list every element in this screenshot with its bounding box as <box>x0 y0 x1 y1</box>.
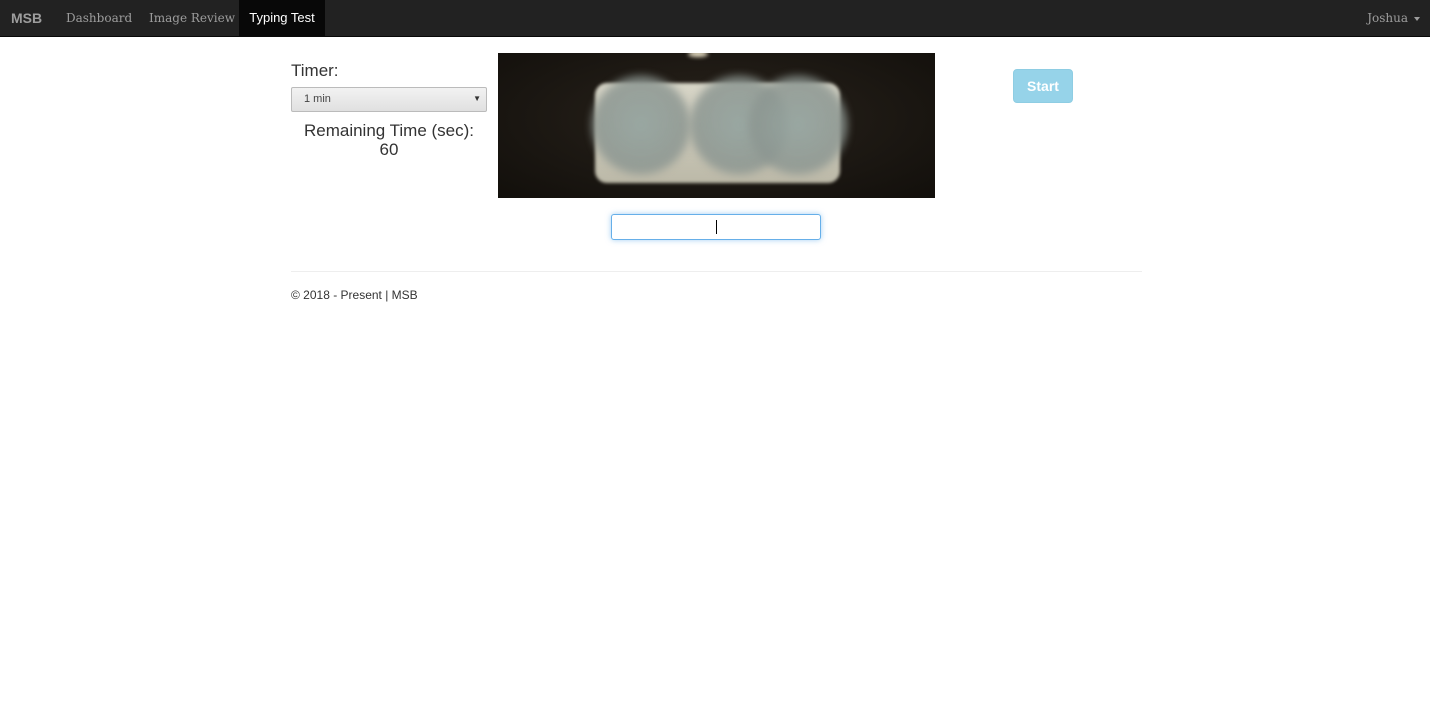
nav-typing-test[interactable]: Typing Test <box>239 0 325 36</box>
footer-text: © 2018 - Present | MSB <box>291 288 418 302</box>
license-plate-image <box>498 53 935 198</box>
light-glint <box>688 53 708 57</box>
timer-select-value: 1 min <box>304 93 331 105</box>
user-name: Joshua <box>1367 11 1408 25</box>
caret-down-icon <box>1414 16 1420 21</box>
nav-dashboard[interactable]: Dashboard <box>66 0 132 36</box>
blur-mask <box>748 75 848 175</box>
user-menu[interactable]: Joshua <box>1367 0 1420 36</box>
timer-select[interactable]: 1 min ▼ <box>291 87 487 112</box>
brand-link[interactable]: MSB <box>11 0 42 36</box>
timer-label: Timer: <box>291 61 339 80</box>
select-arrow-icon: ▼ <box>473 94 481 103</box>
typing-input[interactable] <box>611 214 821 240</box>
top-navbar: MSB Dashboard Image Review Typing Test J… <box>0 0 1430 37</box>
remaining-time-label: Remaining Time (sec): <box>303 121 475 140</box>
start-button[interactable]: Start <box>1013 69 1073 103</box>
footer-divider <box>291 271 1142 272</box>
nav-image-review[interactable]: Image Review <box>149 0 235 36</box>
blur-mask <box>591 75 691 175</box>
remaining-time-value: 60 <box>379 140 399 159</box>
text-cursor <box>716 220 717 234</box>
